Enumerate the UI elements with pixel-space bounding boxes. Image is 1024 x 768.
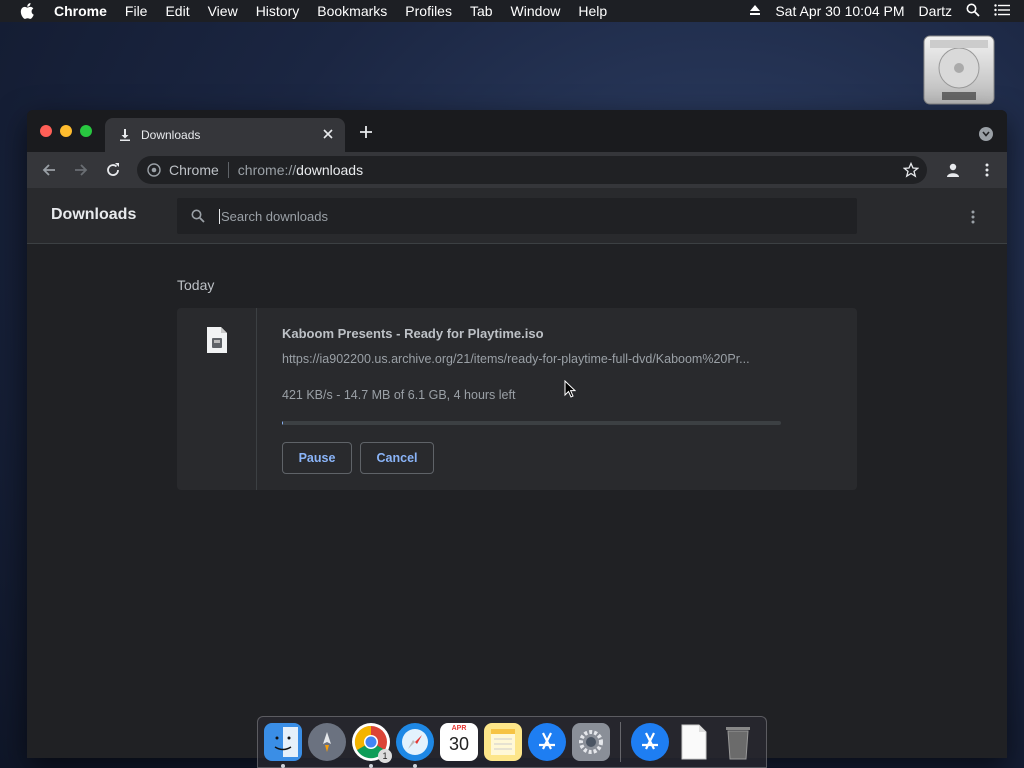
trash-icon[interactable] <box>719 723 757 761</box>
forward-icon[interactable] <box>73 162 89 178</box>
menu-history[interactable]: History <box>256 3 300 19</box>
menu-bar: Chrome File Edit View History Bookmarks … <box>0 0 1024 22</box>
spotlight-search-icon[interactable] <box>966 3 980 20</box>
address-host: downloads <box>296 162 364 178</box>
download-icon <box>119 129 131 141</box>
launchpad-icon[interactable] <box>308 723 346 761</box>
disk-image-file-icon <box>205 326 229 354</box>
downloads-list: Today Kaboom Presents - Ready for Playti… <box>27 245 1007 758</box>
dock-separator <box>620 722 621 762</box>
calendar-day: 30 <box>448 734 470 754</box>
page-title: Downloads <box>51 206 137 223</box>
running-indicator <box>413 764 417 768</box>
pause-button[interactable]: Pause <box>282 442 352 474</box>
system-preferences-icon[interactable] <box>572 723 610 761</box>
menu-bookmarks[interactable]: Bookmarks <box>317 3 387 19</box>
address-bar[interactable]: Chrome chrome:// downloads <box>137 156 927 184</box>
notification-center-icon[interactable] <box>994 3 1010 19</box>
downloads-header: Downloads Search downloads <box>27 188 1007 244</box>
back-icon[interactable] <box>41 162 57 178</box>
browser-menu-icon[interactable] <box>979 162 995 178</box>
notes-icon[interactable] <box>484 723 522 761</box>
address-scheme: chrome:// <box>237 162 297 178</box>
calendar-icon[interactable]: APR 30 <box>440 723 478 761</box>
download-details: Kaboom Presents - Ready for Playtime.iso… <box>282 308 842 490</box>
profile-icon[interactable] <box>945 162 961 178</box>
search-placeholder: Search downloads <box>219 208 328 224</box>
app-store-downloads-icon[interactable] <box>631 723 669 761</box>
browser-toolbar: Chrome chrome:// downloads <box>27 152 1007 188</box>
chrome-icon[interactable]: 1 <box>352 723 392 768</box>
download-status: 421 KB/s - 14.7 MB of 6.1 GB, 4 hours le… <box>282 388 516 402</box>
mouse-cursor-icon <box>564 379 577 398</box>
zoom-window-button[interactable] <box>80 125 92 137</box>
running-indicator <box>369 764 373 768</box>
menu-profiles[interactable]: Profiles <box>405 3 452 19</box>
running-indicator <box>281 764 285 768</box>
address-separator <box>227 162 229 178</box>
chrome-badge: 1 <box>378 749 392 763</box>
menu-edit[interactable]: Edit <box>165 3 189 19</box>
menu-window[interactable]: Window <box>511 3 561 19</box>
menu-app-name[interactable]: Chrome <box>54 3 107 19</box>
document-icon[interactable] <box>675 723 713 761</box>
close-window-button[interactable] <box>40 125 52 137</box>
progress-fill <box>282 421 284 425</box>
dock: 1 APR 30 <box>257 716 767 768</box>
chrome-window: Downloads Chrome chrome:// downloads Dow… <box>27 110 1007 758</box>
eject-icon[interactable] <box>749 3 761 19</box>
reload-icon[interactable] <box>105 162 121 178</box>
new-tab-icon[interactable] <box>358 124 374 140</box>
chrome-site-icon <box>147 163 161 177</box>
source-url[interactable]: https://ia902200.us.archive.org/21/items… <box>282 352 782 366</box>
downloads-menu-icon[interactable] <box>965 209 981 225</box>
close-tab-icon[interactable] <box>321 127 335 141</box>
download-progress-bar <box>282 421 781 425</box>
bookmark-star-icon[interactable] <box>903 162 919 178</box>
menu-tab[interactable]: Tab <box>470 3 493 19</box>
menu-help[interactable]: Help <box>578 3 607 19</box>
file-name[interactable]: Kaboom Presents - Ready for Playtime.iso <box>282 326 544 341</box>
finder-icon[interactable] <box>264 723 302 768</box>
tab-title: Downloads <box>141 128 201 142</box>
tab-strip: Downloads <box>27 110 1007 152</box>
menu-file[interactable]: File <box>125 3 148 19</box>
address-chip: Chrome <box>169 162 219 178</box>
tab-downloads[interactable]: Downloads <box>105 118 345 152</box>
search-downloads-input[interactable]: Search downloads <box>177 198 857 234</box>
file-icon-column <box>177 308 257 490</box>
app-store-icon[interactable] <box>528 723 566 761</box>
search-icon <box>191 209 205 223</box>
menubar-datetime[interactable]: Sat Apr 30 10:04 PM <box>775 3 904 19</box>
download-item: Kaboom Presents - Ready for Playtime.iso… <box>177 308 857 490</box>
calendar-month: APR <box>451 725 467 732</box>
menu-view[interactable]: View <box>208 3 238 19</box>
safari-icon[interactable] <box>396 723 434 768</box>
hard-drive-icon[interactable] <box>922 34 996 106</box>
menubar-user[interactable]: Dartz <box>919 3 952 19</box>
minimize-window-button[interactable] <box>60 125 72 137</box>
cancel-button[interactable]: Cancel <box>360 442 434 474</box>
tab-search-icon[interactable] <box>979 127 993 141</box>
apple-menu-icon[interactable] <box>20 3 36 19</box>
date-header: Today <box>177 277 215 293</box>
